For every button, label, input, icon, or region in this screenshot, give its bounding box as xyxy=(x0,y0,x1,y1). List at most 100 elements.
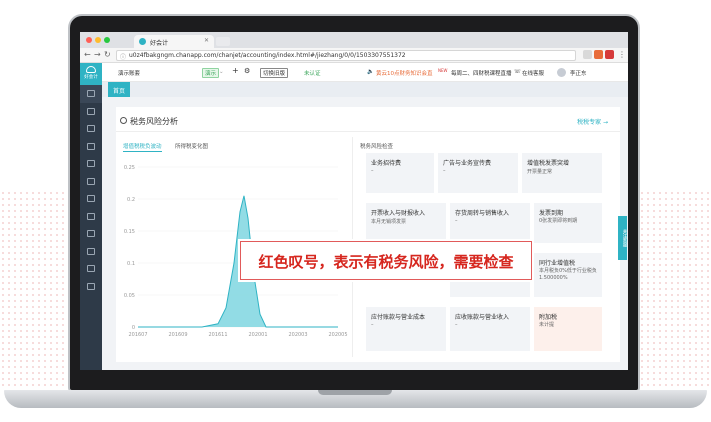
notice-link[interactable]: 黄云10点财务知识会直 xyxy=(376,69,433,77)
floating-service-tab[interactable]: 关注客服 xyxy=(618,216,627,260)
risk-card-title: 附加税 xyxy=(539,314,558,321)
clock-icon xyxy=(120,117,127,124)
risk-card[interactable]: 业务招待费 – xyxy=(366,153,434,193)
browser-tab[interactable]: 好会计 ✕ xyxy=(134,35,214,48)
risk-card-title: 发票到期 xyxy=(539,210,564,217)
x-tick-label: 202001 xyxy=(248,332,267,338)
risk-card-title: 应付账款与营业成本 xyxy=(371,314,426,321)
sidebar-item-home[interactable] xyxy=(80,85,102,103)
switch-version-button[interactable]: 切换旧版 xyxy=(260,68,289,78)
risk-card-status: – xyxy=(455,322,458,328)
divider xyxy=(116,131,620,132)
favicon-icon xyxy=(139,38,146,45)
risk-card[interactable]: 附加税 未计提 xyxy=(534,307,602,351)
url-field[interactable]: ⓘ u0z4fbakgngm.chanapp.com/chanjet/accou… xyxy=(116,50,576,61)
panel-title: 税务风险分析 xyxy=(130,117,178,126)
app-topbar: 演示账套 演示 ⌄ + ⚙ 切换旧版 未认证 🔈 黄云10点财务知识会直 NEW… xyxy=(102,63,628,82)
stage: 好会计 ✕ ← → ↻ ⓘ u0z4fbakgngm.chanapp.com/c… xyxy=(0,0,711,422)
live-course-link[interactable]: 每周二、四财税课程直播 xyxy=(451,69,512,77)
sidebar-item-assets[interactable] xyxy=(80,190,102,208)
risk-card-title: 广告与业务宣传费 xyxy=(443,160,492,167)
settings-icon xyxy=(87,265,95,272)
y-tick-label: 0.25 xyxy=(124,165,135,171)
sidebar-item-more[interactable] xyxy=(80,278,102,296)
new-badge-icon: NEW xyxy=(438,68,448,73)
tab-income-tax[interactable]: 所得税变化图 xyxy=(175,142,208,150)
risk-card[interactable]: 存货周转与销售收入 – xyxy=(450,203,530,243)
new-tab-button[interactable] xyxy=(216,37,230,46)
invoice-icon xyxy=(87,142,95,150)
risk-card[interactable]: 应收账款与营业收入 – xyxy=(450,307,530,351)
sidebar-item-tax[interactable] xyxy=(80,208,102,226)
y-tick-label: 0.1 xyxy=(127,261,135,267)
assets-icon xyxy=(87,195,95,202)
voucher-icon xyxy=(87,107,95,115)
x-tick-label: 202003 xyxy=(288,332,307,338)
risk-card[interactable]: 开票收入与财报收入 本月无销项发票 xyxy=(366,203,446,243)
chart-icon xyxy=(87,125,95,132)
sidebar-item-invoice[interactable] xyxy=(80,138,102,156)
bookmark-icon[interactable] xyxy=(583,50,592,59)
extension-icon[interactable] xyxy=(605,50,614,59)
tab-vat-burden[interactable]: 增值税税负波动 xyxy=(123,142,162,152)
browser-menu-icon[interactable]: ⋮ xyxy=(618,50,626,59)
risk-card[interactable]: 同行业增值税 本月税负0%低于行业税负1.500000% xyxy=(534,253,602,297)
x-tick-label: 201607 xyxy=(128,332,147,338)
headset-icon: ☏ xyxy=(514,69,521,75)
sidebar-item-salary[interactable] xyxy=(80,173,102,191)
risk-card[interactable]: 增值税发票突增 开票量正常 xyxy=(522,153,602,193)
y-tick-label: 0.2 xyxy=(127,197,135,203)
add-icon[interactable]: + xyxy=(232,66,239,75)
risk-card[interactable]: 应付账款与营业成本 – xyxy=(366,307,446,351)
risk-card-title: 业务招待费 xyxy=(371,160,402,167)
maximize-window-icon[interactable] xyxy=(104,37,110,43)
sidebar-item-cash[interactable] xyxy=(80,155,102,173)
more-icon xyxy=(87,282,95,290)
risk-card[interactable]: 广告与业务宣传费 – xyxy=(438,153,518,193)
close-window-icon[interactable] xyxy=(86,37,92,43)
user-name[interactable]: 李正东 xyxy=(570,69,587,77)
minimize-window-icon[interactable] xyxy=(95,37,101,43)
verify-status[interactable]: 未认证 xyxy=(304,69,321,77)
gear-icon[interactable]: ⚙ xyxy=(244,67,250,75)
hotline-link[interactable]: 在线客服 xyxy=(522,69,544,77)
tab-close-icon[interactable]: ✕ xyxy=(204,37,209,44)
y-tick-label: 0.15 xyxy=(124,229,135,235)
annotation-banner: 红色叹号，表示有税务风险，需要检查 xyxy=(240,241,532,280)
forward-icon[interactable]: → xyxy=(94,50,101,59)
back-icon[interactable]: ← xyxy=(84,50,91,59)
extension-icon[interactable] xyxy=(594,50,603,59)
risk-card[interactable]: 发票到期 0张发票即将到期 xyxy=(534,203,602,243)
reload-icon[interactable]: ↻ xyxy=(104,50,111,59)
x-tick-label: 201609 xyxy=(168,332,187,338)
tab-title: 好会计 xyxy=(150,40,169,47)
risk-card-status: 未计提 xyxy=(539,322,555,328)
sidebar: 好会计 xyxy=(80,63,102,370)
risk-card-title: 增值税发票突增 xyxy=(527,160,570,167)
sidebar-item-reports[interactable] xyxy=(80,120,102,138)
y-tick-label: 0.05 xyxy=(124,293,135,299)
risk-card-title: 开票收入与财报收入 xyxy=(371,210,426,217)
risk-card-status: 本月税负0%低于行业税负1.500000% xyxy=(539,268,597,281)
cloud-icon xyxy=(86,66,96,73)
sidebar-item-print[interactable] xyxy=(80,225,102,243)
risk-card-status: – xyxy=(371,322,374,328)
app-logo[interactable]: 好会计 xyxy=(80,63,102,85)
sidebar-item-archive[interactable] xyxy=(80,243,102,261)
period-badge[interactable]: 演示 xyxy=(202,68,220,78)
risk-card-status: 本月无销项发票 xyxy=(371,219,407,225)
tax-expert-link[interactable]: 税税专家 → xyxy=(577,117,608,126)
laptop-notch xyxy=(318,390,392,395)
chevron-down-icon[interactable]: ⌄ xyxy=(219,69,224,75)
risk-card-title: 存货周转与销售收入 xyxy=(455,210,510,217)
print-icon xyxy=(87,230,95,237)
sidebar-item-voucher[interactable] xyxy=(80,103,102,121)
tab-home[interactable]: 首页 xyxy=(108,82,130,97)
sidebar-item-settings[interactable] xyxy=(80,260,102,278)
company-name[interactable]: 演示账套 xyxy=(118,69,140,77)
y-tick-label: 0 xyxy=(132,325,135,331)
avatar[interactable] xyxy=(557,68,566,77)
logo-text: 好会计 xyxy=(84,75,98,80)
cash-icon xyxy=(87,160,95,167)
url-text: u0z4fbakgngm.chanapp.com/chanjet/account… xyxy=(129,52,406,59)
